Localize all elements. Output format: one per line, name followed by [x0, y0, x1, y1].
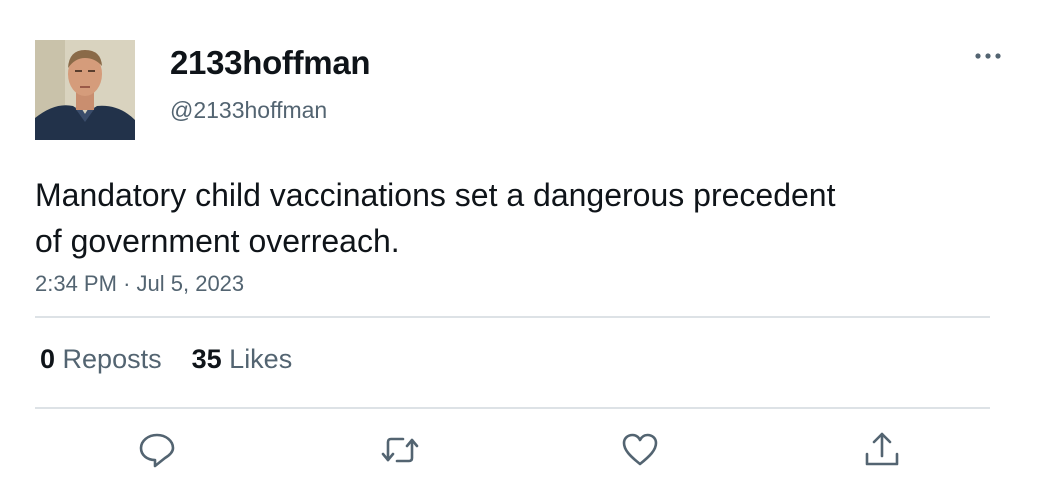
- tweet-text: Mandatory child vaccinations set a dange…: [35, 172, 995, 264]
- repost-icon: [381, 437, 419, 463]
- tweet-text-line: Mandatory child vaccinations set a dange…: [35, 177, 836, 213]
- like-button[interactable]: [620, 430, 660, 470]
- share-icon: [865, 432, 899, 466]
- reposts-label: Reposts: [62, 344, 162, 374]
- reply-button[interactable]: [137, 430, 177, 470]
- timestamp-separator: ·: [123, 271, 131, 296]
- tweet-date-link[interactable]: Jul 5, 2023: [137, 271, 245, 296]
- tweet-time-link[interactable]: 2:34 PM: [35, 271, 117, 296]
- reposts-stat[interactable]: 0 Reposts: [40, 342, 162, 376]
- more-horizontal-icon: [975, 53, 1001, 59]
- divider: [35, 316, 990, 318]
- user-handle[interactable]: @2133hoffman: [170, 96, 327, 124]
- reposts-count: 0: [40, 344, 56, 374]
- avatar[interactable]: [35, 40, 135, 140]
- tweet-timestamp: 2:34 PM · Jul 5, 2023: [35, 270, 244, 298]
- engagement-stats: 0 Reposts 35 Likes: [40, 342, 292, 376]
- reply-icon: [139, 433, 175, 468]
- repost-button[interactable]: [380, 430, 420, 470]
- display-name[interactable]: 2133hoffman: [170, 42, 371, 84]
- tweet-text-line: of government overreach.: [35, 223, 400, 259]
- tweet-actions: [0, 430, 1050, 470]
- likes-stat[interactable]: 35 Likes: [192, 342, 293, 376]
- likes-label: Likes: [229, 344, 293, 374]
- heart-icon: [622, 433, 658, 466]
- share-button[interactable]: [862, 430, 902, 470]
- divider: [35, 407, 990, 409]
- tweet-card: 2133hoffman @2133hoffman Mandatory child…: [0, 0, 1050, 480]
- more-options-button[interactable]: [968, 44, 1008, 68]
- likes-count: 35: [191, 344, 222, 374]
